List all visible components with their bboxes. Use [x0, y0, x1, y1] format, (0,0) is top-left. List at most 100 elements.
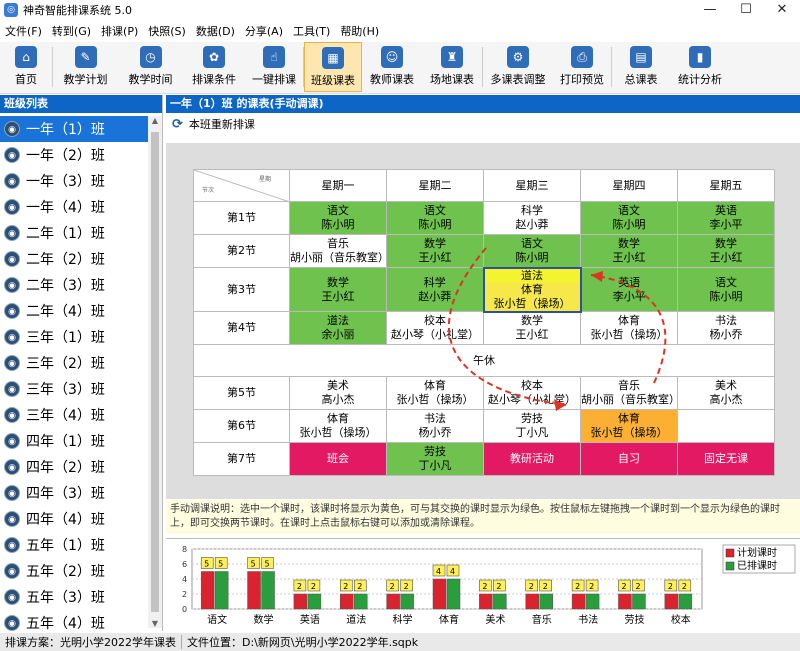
lesson-cell[interactable]: 道法 体育 张小哲（操场） [482, 266, 582, 313]
lesson-cell[interactable]: 书法 杨小乔 [677, 311, 775, 345]
close-button[interactable]: ✕ [764, 0, 800, 20]
lesson-cell[interactable]: 劳技 丁小凡 [386, 442, 484, 476]
toolbar-button-0[interactable]: ⌂ 首页 [0, 42, 52, 92]
class-icon: ◉ [4, 615, 20, 631]
toolbar-button-3[interactable]: ✿ 排课条件 [183, 42, 245, 92]
class-list-item[interactable]: ◉ 一年（4）班 [0, 194, 148, 220]
lesson-cell[interactable]: 语文 陈小明 [386, 201, 484, 235]
bar-planned [200, 571, 215, 610]
class-list-item[interactable]: ◉ 四年（1）班 [0, 428, 148, 454]
lesson-cell[interactable]: 体育 张小哲（操场） [386, 376, 484, 410]
minimize-button[interactable]: — [692, 0, 728, 20]
toolbar-button-8[interactable]: ⚙ 多课表调整 [483, 42, 553, 92]
rerun-class-button[interactable]: ⟳ 本班重新排课 [166, 113, 800, 135]
lesson-cell[interactable]: 数学 王小红 [289, 267, 387, 312]
bar-scheduled [539, 593, 553, 610]
toolbar-button-10[interactable]: ▤ 总课表 [612, 42, 670, 92]
menu-item-6[interactable]: 工具(T) [288, 22, 335, 42]
toolbar-button-6[interactable]: ☺ 教师课表 [362, 42, 422, 92]
menu-item-5[interactable]: 分享(A) [240, 22, 288, 42]
lesson-cell[interactable]: 英语 李小平 [580, 267, 678, 312]
lesson-cell[interactable]: 科学 赵小莽 [483, 201, 581, 235]
lesson-subject: 科学 [521, 204, 543, 217]
class-list-item[interactable]: ◉ 一年（1）班 [0, 116, 148, 142]
lesson-cell[interactable]: 劳技 丁小凡 [483, 409, 581, 443]
class-list-item[interactable]: ◉ 四年（4）班 [0, 506, 148, 532]
data-label: 2 [482, 582, 487, 591]
toolbar-button-4[interactable]: ☝ 一键排课 [245, 42, 303, 92]
lesson-cell[interactable]: 校本 赵小琴（小礼堂） [483, 376, 581, 410]
lesson-cell[interactable]: 校本 赵小琴（小礼堂） [386, 311, 484, 345]
lesson-cell[interactable]: 音乐 胡小丽（音乐教室） [580, 376, 680, 410]
lesson-teacher: 高小杰 [321, 393, 355, 406]
menu-item-0[interactable]: 文件(F) [0, 22, 47, 42]
lesson-cell[interactable]: 数学 王小红 [386, 234, 484, 268]
class-icon: ◉ [4, 355, 20, 371]
menu-item-4[interactable]: 数据(D) [191, 22, 240, 42]
class-list-item[interactable]: ◉ 二年（2）班 [0, 246, 148, 272]
toolbar-button-2[interactable]: ◷ 教学时间 [118, 42, 183, 92]
lesson-cell[interactable]: 体育 张小哲（操场） [580, 409, 678, 443]
x-tick-label: 英语 [300, 613, 320, 626]
lesson-cell[interactable]: 道法 余小丽 [289, 311, 387, 345]
lesson-teacher: 陈小明 [709, 289, 743, 303]
toolbar-button-9[interactable]: ⎙ 打印预览 [553, 42, 611, 92]
lesson-subject: 书法 [424, 412, 446, 425]
class-list-item[interactable]: ◉ 五年（1）班 [0, 532, 148, 558]
class-list-item[interactable]: ◉ 五年（2）班 [0, 558, 148, 584]
class-list-item[interactable]: ◉ 五年（3）班 [0, 584, 148, 610]
lesson-cell[interactable]: 自习 [580, 442, 678, 476]
menu-item-3[interactable]: 快照(S) [143, 22, 191, 42]
class-list-item[interactable]: ◉ 三年（1）班 [0, 324, 148, 350]
menu-item-7[interactable]: 帮助(H) [335, 22, 384, 42]
class-list-item[interactable]: ◉ 三年（4）班 [0, 402, 148, 428]
class-name: 二年（2）班 [26, 252, 105, 268]
lesson-cell[interactable]: 班会 [289, 442, 387, 476]
class-list-item[interactable]: ◉ 四年（2）班 [0, 454, 148, 480]
lesson-cell[interactable]: 数学 王小红 [677, 234, 775, 268]
lesson-cell[interactable]: 教研活动 [483, 442, 581, 476]
class-list-item[interactable]: ◉ 一年（2）班 [0, 142, 148, 168]
lesson-cell[interactable]: 音乐 胡小丽（音乐教室） [289, 234, 389, 268]
lesson-teacher: 赵小莽 [515, 218, 549, 231]
data-label: 2 [575, 582, 580, 591]
toolbar-button-5[interactable]: ▦ 班级课表 [304, 42, 362, 92]
class-list-item[interactable]: ◉ 二年（4）班 [0, 298, 148, 324]
class-list-item[interactable]: ◉ 二年（1）班 [0, 220, 148, 246]
lesson-cell[interactable]: 体育 张小哲（操场） [580, 311, 678, 345]
lesson-cell[interactable]: 语文 陈小明 [289, 201, 387, 235]
toolbar-label: 场地课表 [430, 73, 474, 86]
toolbar-button-1[interactable]: ✎ 教学计划 [53, 42, 118, 92]
maximize-button[interactable]: ☐ [728, 0, 764, 20]
class-list-item[interactable]: ◉ 三年（3）班 [0, 376, 148, 402]
menu-item-1[interactable]: 转到(G) [47, 22, 96, 42]
lesson-cell[interactable]: 体育 张小哲（操场） [289, 409, 387, 443]
toolbar-button-7[interactable]: ♜ 场地课表 [422, 42, 482, 92]
lesson-subject: 语文 [521, 236, 543, 250]
class-name: 一年（4）班 [26, 200, 105, 216]
scroll-down-icon[interactable]: ▼ [148, 619, 162, 628]
class-list-item[interactable]: ◉ 一年（3）班 [0, 168, 148, 194]
lesson-cell[interactable]: 数学 王小红 [580, 234, 678, 268]
lesson-cell[interactable]: 美术 高小杰 [677, 376, 775, 410]
class-list-item[interactable]: ◉ 三年（2）班 [0, 350, 148, 376]
lesson-cell[interactable]: 数学 王小红 [483, 311, 581, 345]
class-list-item[interactable]: ◉ 二年（3）班 [0, 272, 148, 298]
lesson-cell[interactable]: 科学 赵小莽 [386, 267, 484, 312]
scroll-thumb[interactable] [151, 132, 159, 612]
class-list-scrollbar[interactable]: ▲ ▼ [148, 116, 162, 628]
lesson-subject: 数学 [715, 237, 737, 250]
lesson-cell[interactable] [677, 409, 775, 443]
lesson-cell[interactable]: 书法 杨小乔 [386, 409, 484, 443]
lesson-cell[interactable]: 美术 高小杰 [289, 376, 387, 410]
class-list-item[interactable]: ◉ 四年（3）班 [0, 480, 148, 506]
toolbar-button-11[interactable]: ▮ 统计分析 [670, 42, 730, 92]
lesson-cell[interactable]: 语文 陈小明 [580, 201, 678, 235]
menu-item-2[interactable]: 排课(P) [96, 22, 143, 42]
lesson-cell[interactable]: 语文 陈小明 [677, 267, 775, 312]
lesson-cell[interactable]: 语文 陈小明 [483, 234, 581, 268]
lesson-cell[interactable]: 固定无课 [677, 442, 775, 476]
scroll-up-icon[interactable]: ▲ [148, 116, 162, 125]
lesson-subject: 道法 [327, 314, 349, 327]
lesson-cell[interactable]: 英语 李小平 [677, 201, 775, 235]
